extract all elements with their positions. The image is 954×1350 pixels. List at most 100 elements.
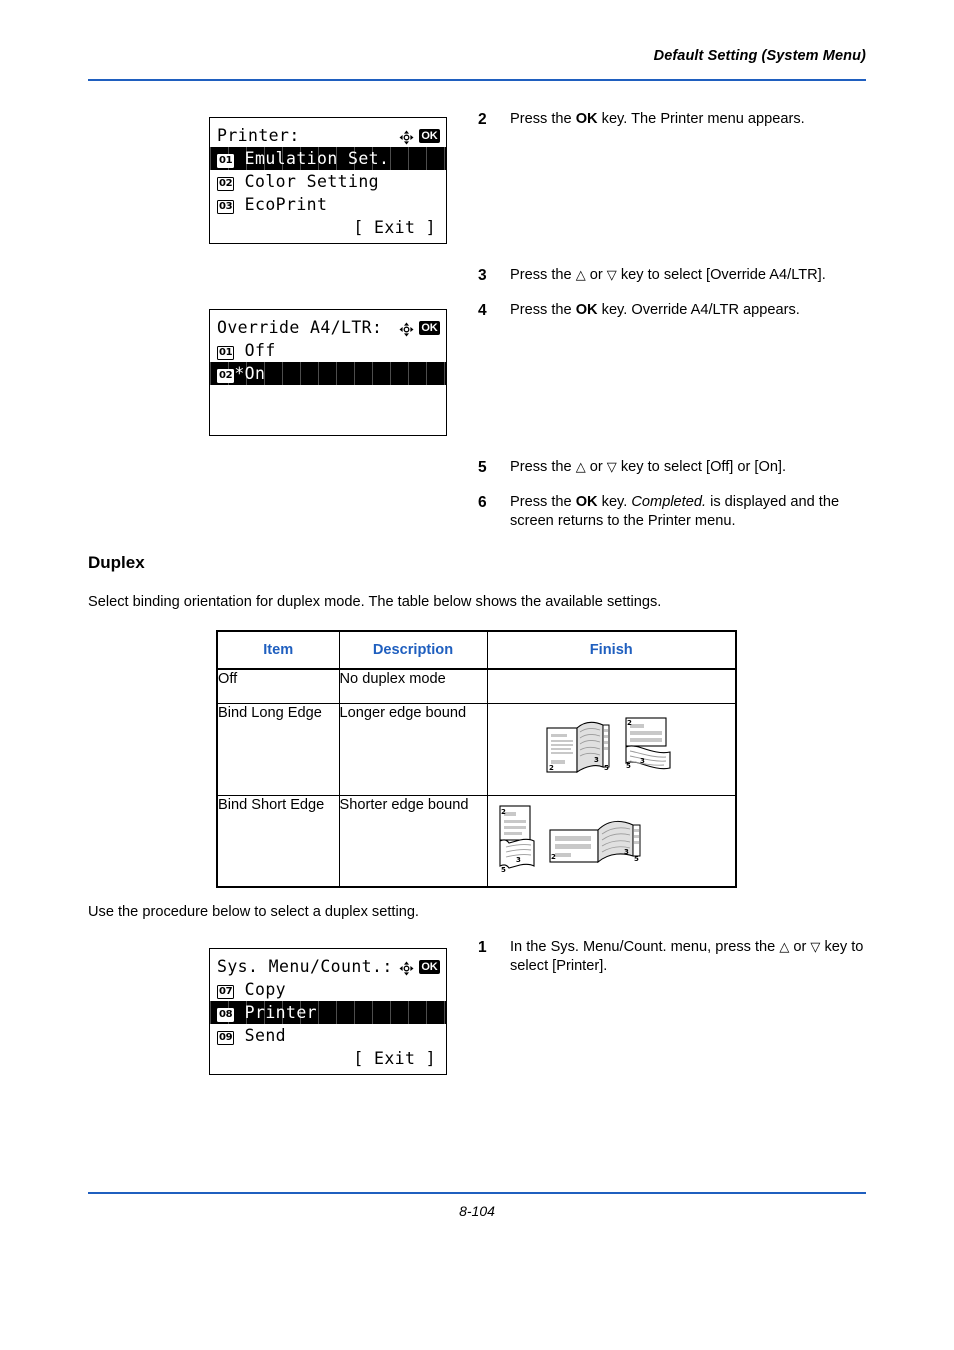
step-5-text-b: key to select [Off] or [On].	[616, 459, 787, 475]
section-heading-duplex: Duplex	[88, 553, 145, 572]
step-2-text-a: Press the	[510, 111, 576, 127]
lcd-printer-exit-button[interactable]: [ Exit ]	[210, 216, 446, 239]
table-cell-desc-bind-long-edge: Longer edge bound	[338, 702, 488, 796]
ok-key-icon: OK	[418, 320, 440, 335]
lcd-sysmenu-row-1[interactable]: 07 Copy	[210, 978, 446, 1001]
down-arrow-icon: ▽	[606, 268, 617, 283]
down-arrow-icon: ▽	[810, 940, 821, 955]
step-3-text: Press the △ or ▽ key to select [Override…	[510, 266, 878, 285]
svg-text:3: 3	[624, 848, 629, 856]
step-3-text-b: key to select [Override A4/LTR].	[616, 267, 826, 283]
section-intro-text: Select binding orientation for duplex mo…	[88, 594, 662, 610]
lcd-sysmenu-title: Sys. Menu/Count.:	[217, 957, 393, 976]
step-2: 2 Press the OK key. The Printer menu app…	[478, 110, 878, 129]
svg-text:3: 3	[640, 757, 645, 765]
manual-page: Default Setting (System Menu) Printer: O…	[0, 0, 954, 1350]
lcd-override-row-2-badge: 02	[217, 369, 235, 383]
step-4-text-a: Press the	[510, 302, 576, 318]
up-arrow-icon: △	[575, 460, 586, 475]
step-6: 6 Press the OK key. Completed. is displa…	[478, 493, 870, 531]
up-arrow-icon: △	[779, 940, 790, 955]
lcd-sysmenu-row-3-badge: 09	[217, 1031, 235, 1045]
table-cell-desc-off: No duplex mode	[338, 668, 488, 704]
svg-text:5: 5	[634, 855, 639, 863]
ok-key-icon: OK	[418, 128, 440, 143]
lcd-override-icons: OK	[399, 316, 440, 339]
step-5-text: Press the △ or ▽ key to select [Off] or …	[510, 458, 878, 477]
table-row: Bind Short Edge Shorter edge bound 2 3 5…	[216, 794, 737, 888]
footer-divider	[88, 1192, 866, 1194]
lcd-sysmenu-row-2[interactable]: 08 Printer	[210, 1001, 446, 1024]
table-cell-item-bind-long-edge: Bind Long Edge	[216, 702, 340, 796]
short-edge-duplex-illustration: 2 3 5 2 3 5	[498, 804, 640, 874]
page-number: 8-104	[459, 1203, 495, 1219]
lcd-override-row-1-badge: 01	[217, 346, 235, 360]
lcd-override-title: Override A4/LTR:	[217, 318, 383, 337]
svg-text:2: 2	[551, 853, 556, 861]
lcd-sysmenu-row-1-badge: 07	[217, 985, 235, 999]
table-cell-item-off: Off	[216, 668, 340, 704]
svg-text:3: 3	[516, 856, 521, 864]
dpad-icon	[399, 128, 414, 145]
step-1: 1 In the Sys. Menu/Count. menu, press th…	[478, 938, 868, 976]
table-header-row: Item Description Finish	[216, 630, 737, 670]
lcd-printer-row-2-badge: 02	[217, 177, 235, 191]
lcd-printer-row-2[interactable]: 02 Color Setting	[210, 170, 446, 193]
lcd-override-row-2[interactable]: 02 *On	[210, 362, 446, 385]
step-4-ok-key: OK	[575, 302, 598, 318]
dpad-icon	[399, 959, 414, 976]
duplex-settings-table: Item Description Finish Off No duplex mo…	[216, 630, 737, 888]
lcd-override-a4ltr: Override A4/LTR: OK 01 Off 02 *On	[209, 309, 447, 436]
lcd-sysmenu-row-2-label: Printer	[244, 1003, 318, 1022]
step-2-text-b: key. The Printer menu appears.	[597, 111, 805, 127]
svg-text:3: 3	[594, 756, 599, 764]
table-header-description: Description	[338, 630, 488, 670]
step-6-ok-key: OK	[575, 494, 598, 510]
step-3: 3 Press the △ or ▽ key to select [Overri…	[478, 266, 878, 285]
step-2-number: 2	[478, 111, 487, 128]
lcd-sysmenu-icons: OK	[399, 955, 440, 978]
table-cell-desc-bind-short-edge: Shorter edge bound	[338, 794, 488, 888]
step-4-text: Press the OK key. Override A4/LTR appear…	[510, 301, 878, 320]
lcd-printer-row-1-badge: 01	[217, 154, 235, 168]
step-6-number: 6	[478, 494, 487, 511]
table-row: Bind Long Edge Longer edge bound 2 3 5 2…	[216, 702, 737, 796]
ok-key-icon: OK	[418, 959, 440, 974]
table-header-item: Item	[216, 630, 340, 670]
up-arrow-icon: △	[575, 268, 586, 283]
table-cell-finish-off	[486, 668, 737, 704]
lcd-printer-title: Printer:	[217, 126, 300, 145]
lcd-printer-row-1[interactable]: 01 Emulation Set.	[210, 147, 446, 170]
svg-text:2: 2	[549, 764, 554, 772]
step-1-number: 1	[478, 939, 487, 956]
lcd-sysmenu-row-1-label: Copy	[244, 980, 287, 999]
lcd-override-row-1-label: Off	[244, 341, 276, 360]
table-cell-finish-bind-long-edge: 2 3 5 2 3 5	[486, 702, 737, 796]
step-6-text-a: Press the	[510, 494, 576, 510]
lcd-printer-row-3-badge: 03	[217, 200, 235, 214]
long-edge-duplex-illustration: 2 3 5 2 3 5	[545, 716, 671, 773]
step-4-number: 4	[478, 302, 487, 319]
lcd-printer-row-2-label: Color Setting	[244, 172, 380, 191]
step-5-text-a: Press the	[510, 459, 576, 475]
step-6-text: Press the OK key. Completed. is displaye…	[510, 493, 870, 531]
step-1-text: In the Sys. Menu/Count. menu, press the …	[510, 938, 868, 976]
lcd-printer-row-3[interactable]: 03 EcoPrint	[210, 193, 446, 216]
lcd-override-row-1[interactable]: 01 Off	[210, 339, 446, 362]
table-cell-finish-bind-short-edge: 2 3 5 2 3 5	[486, 794, 737, 888]
step-3-number: 3	[478, 267, 487, 284]
svg-text:2: 2	[501, 808, 506, 816]
svg-text:2: 2	[627, 719, 632, 727]
lcd-printer-row-3-label: EcoPrint	[244, 195, 328, 214]
lcd-sys-menu-count: Sys. Menu/Count.: OK 07 Copy 08 Printer …	[209, 948, 447, 1075]
lcd-sysmenu-row-3[interactable]: 09 Send	[210, 1024, 446, 1047]
step-2-text: Press the OK key. The Printer menu appea…	[510, 110, 878, 129]
header-divider	[88, 79, 866, 81]
lcd-sysmenu-row-2-badge: 08	[217, 1008, 235, 1022]
lcd-sysmenu-row-3-label: Send	[244, 1026, 287, 1045]
step-4-text-b: key. Override A4/LTR appears.	[597, 302, 800, 318]
lcd-sysmenu-exit-button[interactable]: [ Exit ]	[210, 1047, 446, 1070]
step-3-or: or	[585, 267, 607, 283]
down-arrow-icon: ▽	[606, 460, 617, 475]
lcd-printer-menu: Printer: OK 01 Emulation Set. 02 Color S…	[209, 117, 447, 244]
